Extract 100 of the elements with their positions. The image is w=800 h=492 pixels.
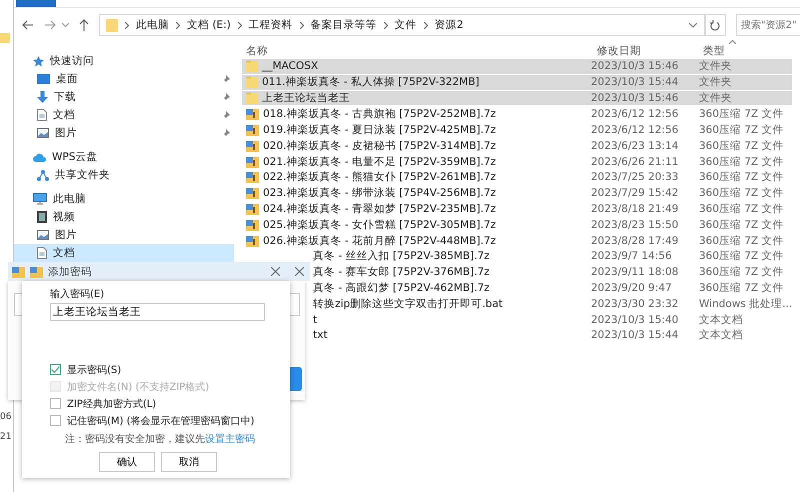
sort-caret-icon (729, 40, 736, 44)
file-type: 360压缩 7Z 文件 (698, 154, 785, 169)
refresh-icon (710, 20, 720, 30)
checkbox[interactable] (50, 415, 61, 426)
file-row[interactable]: __MACOSX 2023/10/3 15:46 文件夹 (242, 59, 792, 75)
folder-icon (246, 60, 258, 72)
field-label: 输入密码(E) (50, 288, 106, 301)
file-type: 文件夹 (698, 75, 733, 90)
chevron-icon (384, 22, 388, 28)
modified-date: 2023/9/7 14:56 (590, 250, 673, 262)
sidebar-item[interactable]: 视频 (14, 208, 234, 226)
sidebar-item[interactable]: 图片 (14, 124, 234, 142)
file-type: 360压缩 7Z 文件 (698, 281, 785, 296)
checkbox[interactable] (50, 364, 61, 375)
file-type: 360压缩 7Z 文件 (698, 249, 785, 264)
close-icon[interactable] (295, 267, 304, 276)
file-row[interactable]: 019.神楽坂真冬 - 夏日泳装 [75P2V-425MB].7z 2023/6/12 12:56 360压缩 7Z 文件 (242, 122, 792, 138)
archive-icon (246, 218, 259, 231)
file-row[interactable]: 真冬 - 丝丝入扣 [75P2V-385MB].7z 2023/9/7 14:56 360压缩 7Z 文件 (309, 248, 792, 264)
file-name: txt (313, 329, 328, 342)
file-name: 019.神楽坂真冬 - 夏日泳装 [75P2V-425MB].7z (263, 123, 496, 138)
file-row[interactable]: 上老王论坛当老王 2023/10/3 15:46 文件夹 (242, 90, 792, 106)
search-field[interactable]: 搜索"资源2" (736, 14, 800, 36)
modified-date: 2023/3/30 23:32 (590, 298, 680, 310)
breadcrumb[interactable]: 此电脑 (136, 18, 169, 32)
file-row[interactable]: 021.神楽坂真冬 - 电量不足 [75P2V-359MB].7z 2023/6/26 21:11 360压缩 7Z 文件 (242, 154, 792, 170)
modified-date: 2023/7/25 20:33 (590, 171, 680, 184)
file-row[interactable]: 022.神楽坂真冬 - 熊猫女仆 [75P2V-261MB].7z 2023/7/25 20:33 360压缩 7Z 文件 (242, 170, 792, 186)
checkbox-label: 加密文件名(N) (不支持ZIP格式) (67, 380, 210, 394)
sidebar-item[interactable]: 文档 (14, 106, 234, 124)
file-name: 026.神楽坂真冬 - 花前月醉 [75P2V-448MB].7z (263, 234, 496, 248)
folder-icon (106, 18, 118, 32)
file-row[interactable]: 024.神楽坂真冬 - 青翠如梦 [75P2V-235MB].7z 2023/8/18 21:49 360压缩 7Z 文件 (242, 201, 792, 217)
file-row[interactable]: 011.神楽坂真冬 - 私人体操 [75P2V-322MB] 2023/10/3 15:44 文件夹 (242, 74, 792, 91)
archive-icon (246, 124, 259, 136)
file-row[interactable]: 真冬 - 赛车女郎 [75P2V-376MB].7z 2023/9/11 18:08 360压缩 7Z 文件 (309, 264, 792, 280)
breadcrumb[interactable]: 备案目录等等 (310, 18, 377, 32)
dialog-button[interactable]: 取消 (161, 452, 217, 472)
file-type: 文本文档 (698, 328, 744, 342)
file-row[interactable]: t 2023/10/3 15:40 文本文档 (309, 312, 792, 328)
sidebar-item[interactable]: 快速访问 (33, 52, 234, 70)
dialog-button[interactable]: 确认 (99, 452, 155, 472)
breadcrumb[interactable]: 资源2 (434, 18, 464, 32)
modified-date: 2023/6/12 12:56 (590, 124, 680, 136)
forward-icon[interactable] (44, 20, 56, 30)
refresh-button[interactable] (704, 14, 726, 36)
sidebar-item[interactable]: 此电脑 (33, 190, 234, 208)
column-header[interactable]: 名称 (242, 44, 591, 58)
checkbox-label: ZIP经典加密方式(L) (67, 398, 156, 410)
breadcrumb[interactable]: 文档 (E:) (187, 18, 231, 32)
sidebar-item[interactable]: 图片 (14, 226, 234, 244)
sidebar-item[interactable]: 文档 (14, 244, 234, 262)
modified-date: 2023/6/23 13:14 (590, 140, 680, 152)
file-row[interactable]: 020.神楽坂真冬 - 皮裙秘书 [75P2V-314MB].7z 2023/6/23 13:14 360压缩 7Z 文件 (242, 138, 792, 154)
file-row[interactable]: 026.神楽坂真冬 - 花前月醉 [75P2V-448MB].7z 2023/8/28 17:49 360压缩 7Z 文件 (242, 232, 792, 249)
file-type: 360压缩 7Z 文件 (698, 234, 785, 248)
modified-date: 2023/9/20 9:47 (590, 282, 673, 294)
master-password-link[interactable]: 设置主密码 (205, 434, 255, 445)
file-type: 文件夹 (698, 90, 733, 105)
column-header[interactable]: 修改日期 (591, 44, 699, 58)
file-name: 024.神楽坂真冬 - 青翠如梦 [75P2V-235MB].7z (263, 202, 496, 216)
file-name: 011.神楽坂真冬 - 私人体操 [75P2V-322MB] (262, 75, 480, 90)
file-row[interactable]: 023.神楽坂真冬 - 绑带泳装 [75P4V-256MB].7z 2023/7/29 15:42 360压缩 7Z 文件 (242, 185, 792, 202)
breadcrumb[interactable]: 工程资料 (248, 18, 293, 32)
sidebar-item[interactable]: 下载 (14, 88, 234, 106)
chevron-icon (300, 22, 304, 28)
file-name: 021.神楽坂真冬 - 电量不足 [75P2V-359MB].7z (263, 154, 496, 169)
file-row[interactable]: 025.神楽坂真冬 - 女仆雪糕 [75P2V-305MB].7z 2023/8/23 15:50 360压缩 7Z 文件 (242, 216, 792, 233)
sidebar-item[interactable]: WPS云盘 (33, 148, 234, 166)
checkbox[interactable] (50, 398, 61, 409)
sidebar-item[interactable]: 共享文件夹 (14, 166, 234, 184)
sidebar-item[interactable]: 桌面 (14, 70, 234, 88)
address-bar[interactable]: 此电脑 文档 (E:) 工程资料 备案目录等等 文件 资源2 (99, 14, 706, 36)
file-type: 360压缩 7Z 文件 (698, 123, 785, 138)
file-row[interactable]: 转换zip删除这些文字双击打开即可.bat 2023/3/30 23:32 Windows 批处理... (309, 296, 792, 312)
modified-date: 2023/10/3 15:44 (590, 76, 680, 88)
back-icon[interactable] (22, 20, 34, 30)
file-name: 022.神楽坂真冬 - 熊猫女仆 [75P2V-261MB].7z (263, 170, 496, 184)
dropdown-icon[interactable] (62, 23, 69, 27)
file-row[interactable]: 真冬 - 高跟幻梦 [75P2V-462MB].7z 2023/9/20 9:47 360压缩 7Z 文件 (309, 280, 792, 296)
document-icon (37, 109, 47, 121)
file-row[interactable]: 018.神楽坂真冬 - 古典旗袍 [75P2V-252MB].7z 2023/6/12 12:56 360压缩 7Z 文件 (242, 106, 792, 122)
folder-icon (0, 32, 10, 44)
up-icon[interactable] (79, 19, 89, 31)
folder-icon (246, 76, 258, 88)
dropdown-icon[interactable] (689, 22, 697, 28)
close-icon[interactable] (271, 267, 280, 276)
column-header[interactable]: 类型 (699, 44, 800, 58)
breadcrumb[interactable]: 文件 (394, 18, 417, 32)
dialog-title: 添加密码 (48, 264, 92, 278)
archive-icon (30, 266, 43, 278)
archive-icon (246, 234, 259, 247)
file-type: 360压缩 7Z 文件 (698, 202, 785, 216)
file-row[interactable]: txt 2023/10/3 15:44 文本文档 (309, 328, 792, 344)
share-icon (37, 170, 49, 180)
chevron-icon (238, 22, 242, 28)
window-text: 06 (0, 412, 12, 422)
check-icon (51, 366, 60, 373)
modified-date: 2023/8/18 21:49 (590, 203, 680, 216)
password-field[interactable]: 上老王论坛当老王 (50, 303, 265, 321)
